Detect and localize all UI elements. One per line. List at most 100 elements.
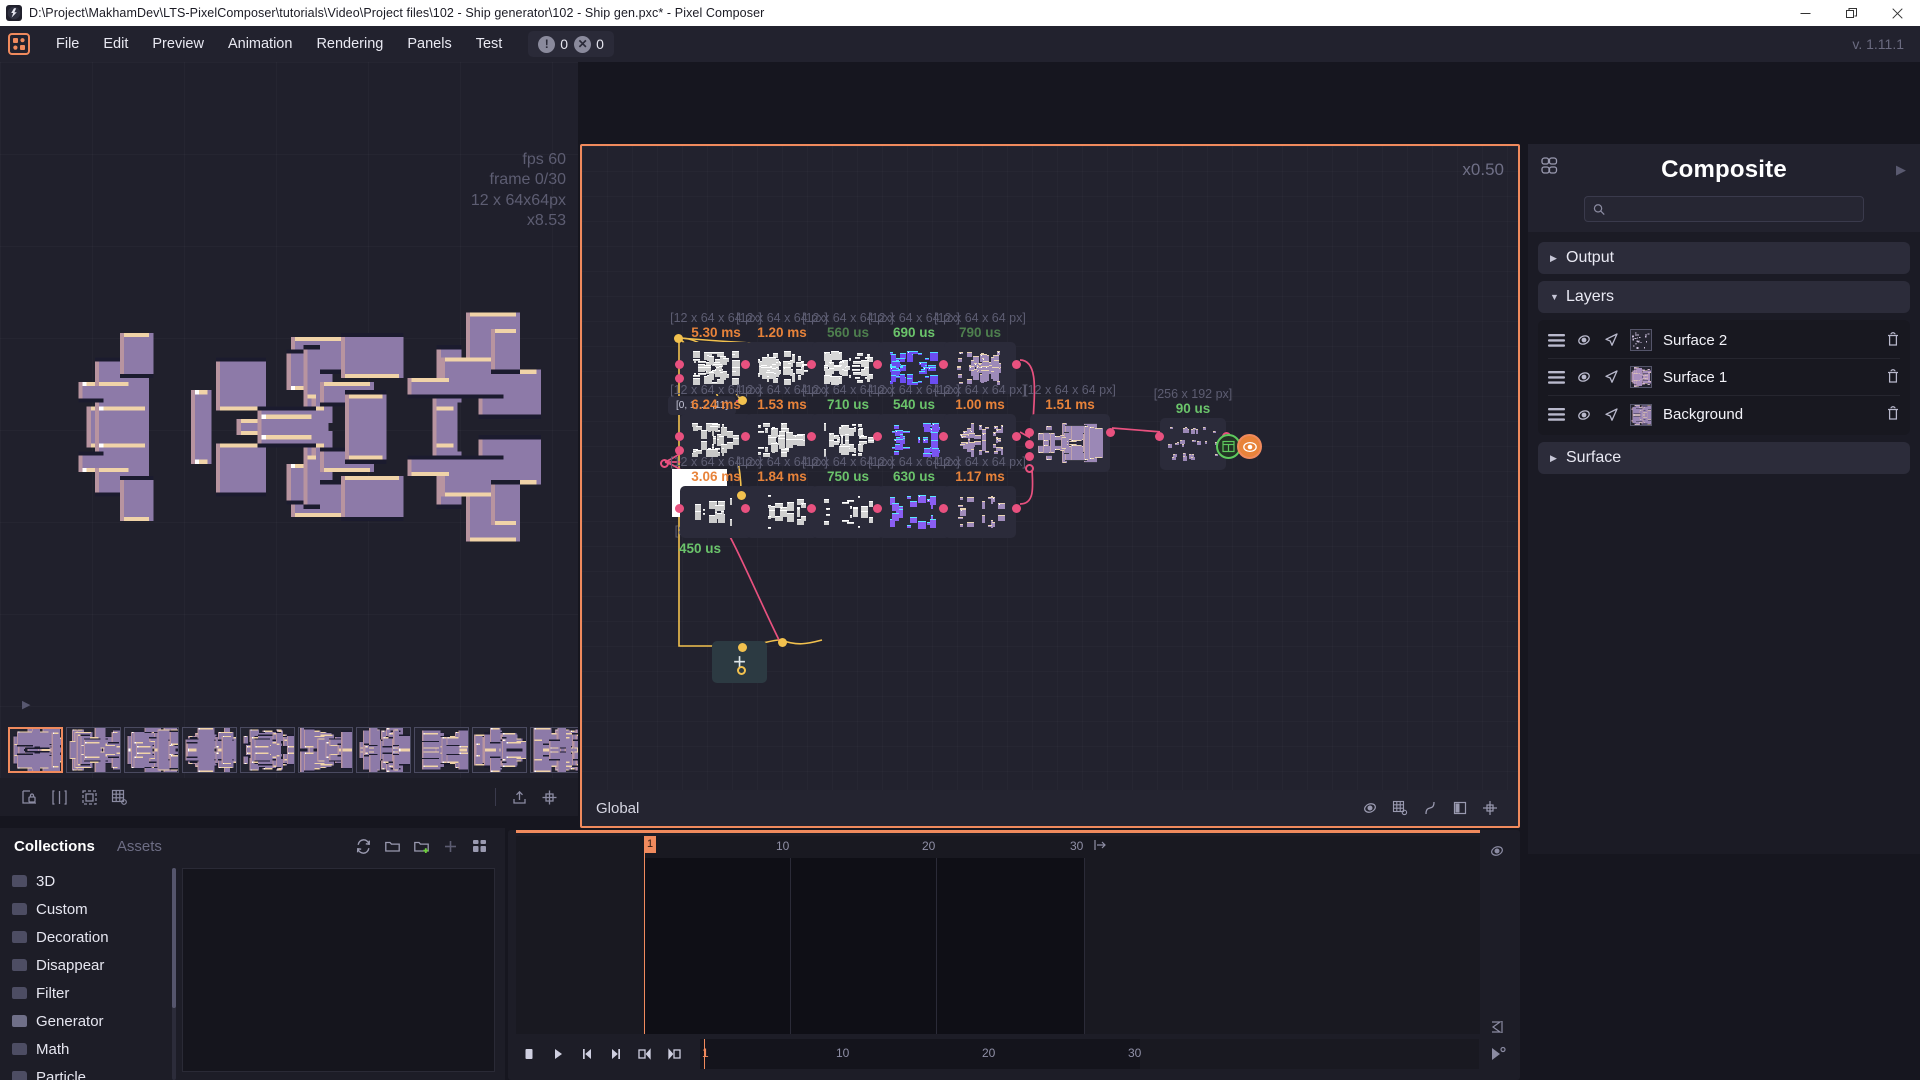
- timeline-ruler[interactable]: 10 20 30: [516, 836, 1480, 858]
- align-icon[interactable]: [534, 784, 564, 810]
- filmstrip-frame[interactable]: [124, 727, 179, 773]
- drag-handle-icon[interactable]: [1548, 333, 1565, 347]
- node-input-port[interactable]: [873, 504, 882, 513]
- search-input[interactable]: [1605, 202, 1855, 216]
- range-end-icon[interactable]: [1094, 839, 1107, 854]
- layer-thumbnail[interactable]: [1630, 329, 1652, 351]
- node-input-port[interactable]: [1025, 440, 1034, 449]
- timeline-main[interactable]: 10 20 30 1: [516, 836, 1480, 1034]
- filmstrip-frame[interactable]: [530, 727, 578, 773]
- node-input-port[interactable]: [741, 504, 750, 513]
- node-graph-panel[interactable]: x0.50 [0, 1, ... ,11] [8 x 8 px] 450 us …: [580, 144, 1520, 828]
- node-input-port[interactable]: [741, 432, 750, 441]
- scrollbar-thumb[interactable]: [172, 868, 176, 1008]
- node-input-port[interactable]: [675, 360, 684, 369]
- delete-icon[interactable]: [1886, 368, 1900, 387]
- node-input-port[interactable]: [873, 360, 882, 369]
- timeline-track-area[interactable]: [516, 858, 1480, 1034]
- section-output[interactable]: ▶ Output: [1538, 242, 1910, 274]
- visibility-icon[interactable]: [1482, 838, 1512, 864]
- folder-icon[interactable]: [380, 834, 404, 858]
- menu-rendering[interactable]: Rendering: [304, 26, 395, 62]
- menu-edit[interactable]: Edit: [91, 26, 140, 62]
- link-port[interactable]: [737, 491, 746, 500]
- visibility-icon[interactable]: [1356, 795, 1384, 821]
- grid-view-icon[interactable]: [467, 834, 491, 858]
- graph-node-r2-c3[interactable]: [12 x 64 x 64 px] 630 us: [868, 455, 960, 538]
- filmstrip-frame[interactable]: [66, 727, 121, 773]
- link-port[interactable]: [738, 643, 747, 652]
- section-layers[interactable]: ▼ Layers: [1538, 281, 1910, 313]
- skip-start-button[interactable]: [574, 1041, 600, 1067]
- node-input-port[interactable]: [939, 360, 948, 369]
- drag-handle-icon[interactable]: [1548, 370, 1565, 384]
- link-port[interactable]: [738, 396, 747, 405]
- menu-preview[interactable]: Preview: [140, 26, 216, 62]
- grid-settings-icon[interactable]: [1386, 795, 1414, 821]
- graph-node-r2-c1[interactable]: [12 x 64 x 64 px] 1.84 ms: [736, 455, 828, 538]
- collections-scrollbar[interactable]: [172, 868, 176, 1080]
- node-input-port[interactable]: [741, 360, 750, 369]
- visibility-icon[interactable]: [1576, 407, 1592, 423]
- error-status[interactable]: ✕ 0: [574, 35, 604, 53]
- maximize-button[interactable]: [1828, 0, 1874, 26]
- graph-node-r2-c2[interactable]: [12 x 64 x 64 px] 750 us: [802, 455, 894, 538]
- transform-icon[interactable]: [1603, 407, 1619, 423]
- node-input-port[interactable]: [807, 432, 816, 441]
- tab-assets[interactable]: Assets: [117, 838, 162, 855]
- node-input-port[interactable]: [873, 432, 882, 441]
- filmstrip-frame[interactable]: [298, 727, 353, 773]
- collection-folder-disappear[interactable]: Disappear: [0, 951, 170, 979]
- node-input-port[interactable]: [1025, 452, 1034, 461]
- node-input-port[interactable]: [939, 432, 948, 441]
- refresh-icon[interactable]: [351, 834, 375, 858]
- collection-folder-decoration[interactable]: Decoration: [0, 923, 170, 951]
- collection-folder-generator[interactable]: Generator: [0, 1007, 170, 1035]
- section-surface[interactable]: ▶ Surface: [1538, 442, 1910, 474]
- canvas-lock-icon[interactable]: [14, 784, 44, 810]
- warning-status[interactable]: ! 0: [538, 35, 568, 53]
- add-icon[interactable]: [438, 834, 462, 858]
- collections-content-area[interactable]: [182, 868, 495, 1072]
- collection-folder-math[interactable]: Math: [0, 1035, 170, 1063]
- filmstrip-frame[interactable]: [8, 727, 63, 773]
- curve-icon[interactable]: [1416, 795, 1444, 821]
- menu-test[interactable]: Test: [464, 26, 515, 62]
- grid-icon[interactable]: [1540, 156, 1560, 179]
- panel-icon[interactable]: [1446, 795, 1474, 821]
- layer-row[interactable]: Background: [1548, 396, 1900, 433]
- filmstrip-frame[interactable]: [414, 727, 469, 773]
- grid-settings-icon[interactable]: [104, 784, 134, 810]
- visibility-icon[interactable]: [1576, 369, 1592, 385]
- layer-thumbnail[interactable]: [1630, 366, 1652, 388]
- node-input-port[interactable]: [675, 374, 684, 383]
- collection-folder-particle[interactable]: Particle: [0, 1063, 170, 1080]
- menu-panels[interactable]: Panels: [395, 26, 463, 62]
- collection-folder-3d[interactable]: 3D: [0, 867, 170, 895]
- preview-panel[interactable]: fps 60 frame 0/30 12 x 64x64px x8.53 ▶: [0, 62, 578, 778]
- skip-end-button[interactable]: [603, 1041, 629, 1067]
- link-port[interactable]: [674, 334, 683, 343]
- collections-tree[interactable]: 3D Custom Decoration Disappear Filter Generat…: [0, 864, 170, 1080]
- preview-expand-arrow[interactable]: ▶: [22, 698, 30, 711]
- node-input-port[interactable]: [939, 504, 948, 513]
- node-input-port[interactable]: [675, 504, 684, 513]
- export-icon[interactable]: [504, 784, 534, 810]
- link-port[interactable]: [778, 638, 787, 647]
- menu-file[interactable]: File: [44, 26, 91, 62]
- filmstrip-frame[interactable]: [356, 727, 411, 773]
- node-output-port[interactable]: [1106, 428, 1115, 437]
- transform-icon[interactable]: [1603, 369, 1619, 385]
- delete-icon[interactable]: [1886, 405, 1900, 424]
- timeline-playhead[interactable]: [644, 836, 645, 1034]
- new-folder-icon[interactable]: [409, 834, 433, 858]
- preview-badge-icon[interactable]: [1237, 434, 1262, 459]
- close-button[interactable]: [1874, 0, 1920, 26]
- layer-thumbnail[interactable]: [1630, 403, 1652, 426]
- timeline-scrubber[interactable]: 1 10 20 30: [700, 1039, 1479, 1069]
- node-input-port[interactable]: [675, 446, 684, 455]
- node-output-port[interactable]: [1012, 360, 1021, 369]
- composite-search[interactable]: [1584, 196, 1864, 222]
- link-port[interactable]: [737, 666, 746, 675]
- filmstrip-frame[interactable]: [472, 727, 527, 773]
